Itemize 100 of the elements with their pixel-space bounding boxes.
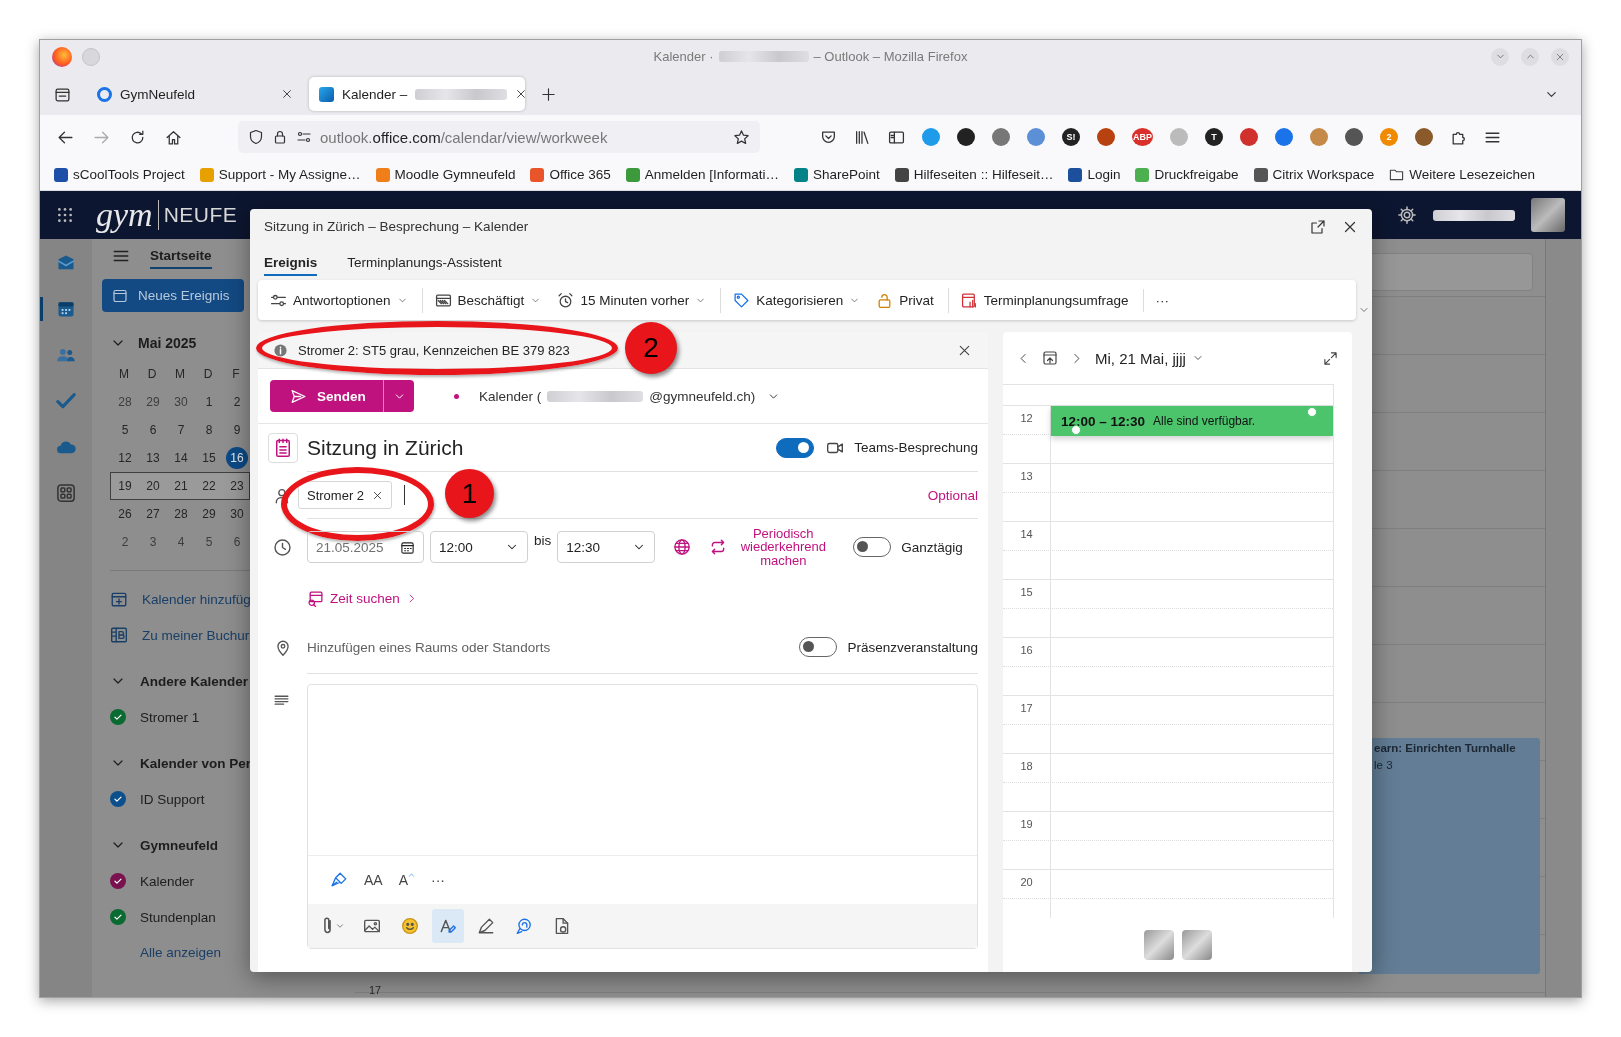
calendar-day[interactable]: 14 (167, 445, 195, 471)
bookmark-item[interactable]: Login (1068, 167, 1121, 182)
calendar-day[interactable]: 16 (226, 447, 248, 469)
calendar-check-icon[interactable] (110, 873, 126, 889)
calendar-check-icon[interactable] (110, 791, 126, 807)
address-bar[interactable]: outlook.office.com/calendar/view/workweek (238, 121, 760, 153)
close-icon[interactable] (515, 88, 528, 100)
nav-tab[interactable]: Startseite (150, 242, 212, 269)
toggle-switch[interactable] (853, 537, 892, 557)
bookmark-item[interactable]: SharePoint (794, 167, 880, 182)
back-icon[interactable] (56, 128, 74, 146)
find-time-link[interactable]: Zeit suchen (307, 589, 417, 607)
extension-icon[interactable]: S! (1062, 128, 1080, 146)
close-icon[interactable] (281, 88, 293, 100)
bookmark-item[interactable]: Citrix Workspace (1253, 167, 1375, 182)
dialog-tab[interactable]: Ereignis (264, 248, 318, 276)
ribbon-button[interactable]: Beschäftigt (421, 287, 548, 313)
bookmark-item[interactable]: Weitere Lesezeichen (1389, 167, 1536, 182)
send-button[interactable]: Senden (270, 380, 414, 412)
bookmark-item[interactable]: Hilfeseiten :: Hilfeseit… (894, 167, 1054, 182)
time-dropdown[interactable]: 12:00 (430, 531, 528, 563)
calendar-day[interactable]: 29 (139, 389, 167, 415)
calendar-day[interactable]: 3 (139, 529, 167, 555)
close-button[interactable] (1551, 47, 1569, 66)
new-event-button[interactable]: Neues Ereignis (102, 279, 244, 312)
optional-link[interactable]: Optional (927, 487, 978, 503)
calendar-day[interactable]: 5 (195, 529, 223, 555)
calendar-check-icon[interactable] (110, 909, 126, 925)
extension-icon[interactable] (957, 128, 975, 146)
calendar-day[interactable]: 22 (195, 473, 223, 499)
calendar-day[interactable]: 1 (195, 389, 223, 415)
calendar-day[interactable]: 2 (111, 529, 139, 555)
font-grow-button[interactable]: A (398, 872, 416, 888)
dialog-tab[interactable]: Terminplanungs-Assistent (347, 248, 502, 276)
date-selector[interactable]: Mi, 21 Mai, jjjj (1095, 349, 1186, 367)
calendar-name[interactable]: ID Support (140, 791, 205, 807)
ribbon-button[interactable]: Terminplanungsumfrage (947, 287, 1135, 313)
expand-icon[interactable] (1323, 350, 1338, 366)
browser-tab[interactable]: GymNeufeld (87, 77, 303, 111)
format-button[interactable]: ··· (431, 872, 446, 888)
calendar-day[interactable]: 15 (195, 445, 223, 471)
calendar-check-icon[interactable] (110, 709, 126, 725)
calendar-day[interactable]: 27 (139, 501, 167, 527)
new-tab-icon[interactable] (541, 86, 556, 102)
bookmark-star-icon[interactable] (733, 128, 750, 146)
calendar-selector[interactable]: Kalender ( @gymneufeld.ch) (454, 388, 781, 404)
ribbon-button[interactable]: Privat (870, 287, 940, 313)
format-painter-icon[interactable] (330, 871, 348, 889)
library-icon[interactable] (854, 128, 871, 146)
recurrence-link[interactable]: Periodisch wiederkehrend machen (733, 526, 834, 568)
calendar-day[interactable]: 9 (223, 417, 251, 443)
scrollbar[interactable] (1545, 239, 1581, 997)
insert-button[interactable] (432, 909, 464, 943)
calendar-day[interactable]: 23 (223, 473, 251, 499)
calendar-day[interactable]: 8 (195, 417, 223, 443)
calendar-day[interactable]: 7 (167, 417, 195, 443)
bookmark-item[interactable]: Support - My Assigne… (199, 167, 361, 182)
calendar-day[interactable]: 30 (223, 501, 251, 527)
show-all-link[interactable]: Alle anzeigen (140, 945, 222, 960)
bookmark-item[interactable]: sCoolTools Project (54, 167, 185, 182)
calendar-day[interactable]: 4 (167, 529, 195, 555)
calendar-name[interactable]: Stundenplan (140, 909, 216, 925)
ribbon-button[interactable]: ··· (1142, 288, 1176, 312)
home-icon[interactable] (164, 128, 182, 146)
bookmark-item[interactable]: Moodle Gymneufeld (375, 167, 516, 182)
calendar-day[interactable]: 28 (111, 389, 139, 415)
calendar-day[interactable]: 12 (111, 445, 139, 471)
extension-icon[interactable]: T (1205, 128, 1223, 146)
ribbon-button[interactable]: Antwortoptionen (264, 287, 414, 313)
calendar-day[interactable]: 29 (195, 501, 223, 527)
toggle-switch[interactable] (799, 637, 838, 657)
location-field[interactable]: Hinzufügen eines Raums oder Standorts (307, 639, 551, 655)
calendar-day[interactable]: 26 (111, 501, 139, 527)
calendar-day[interactable]: 6 (139, 417, 167, 443)
time-dropdown[interactable]: 12:30 (557, 531, 656, 563)
remove-icon[interactable] (372, 489, 384, 501)
globe-icon[interactable] (673, 538, 692, 556)
ribbon-button[interactable]: Kategorisieren (720, 287, 867, 313)
app-launcher-icon[interactable] (56, 206, 74, 224)
calendar-day[interactable]: 2 (223, 389, 251, 415)
today-icon[interactable] (1042, 350, 1058, 366)
calendar-day[interactable]: 28 (167, 501, 195, 527)
format-button[interactable]: AA (364, 872, 383, 888)
date-field[interactable]: 21.05.2025 (307, 531, 424, 563)
calendar-day[interactable]: 21 (167, 473, 195, 499)
calendar-name[interactable]: Stromer 1 (140, 709, 200, 725)
calendar-day[interactable]: 6 (223, 529, 251, 555)
bookmark-item[interactable]: Office 365 (530, 167, 611, 182)
settings-icon[interactable] (1397, 205, 1417, 225)
extension-icon[interactable]: ABP (1132, 128, 1153, 146)
pop-out-icon[interactable] (1310, 218, 1326, 235)
bookmark-item[interactable]: Druckfreigabe (1135, 167, 1239, 182)
calendar-day[interactable]: 19 (111, 473, 139, 499)
calendar-day[interactable]: 13 (139, 445, 167, 471)
toggle-switch[interactable] (776, 437, 815, 458)
calendar-event[interactable]: earn: Einrichten Turnhalle le 3 (1358, 738, 1540, 974)
calendar-name[interactable]: Kalender (140, 873, 195, 889)
calendar-day[interactable]: 30 (167, 389, 195, 415)
proposed-event[interactable]: 12:00 – 12:30 Alle sind verfügbar. (1051, 406, 1333, 436)
ribbon-button[interactable]: 15 Minuten vorher (551, 287, 713, 313)
